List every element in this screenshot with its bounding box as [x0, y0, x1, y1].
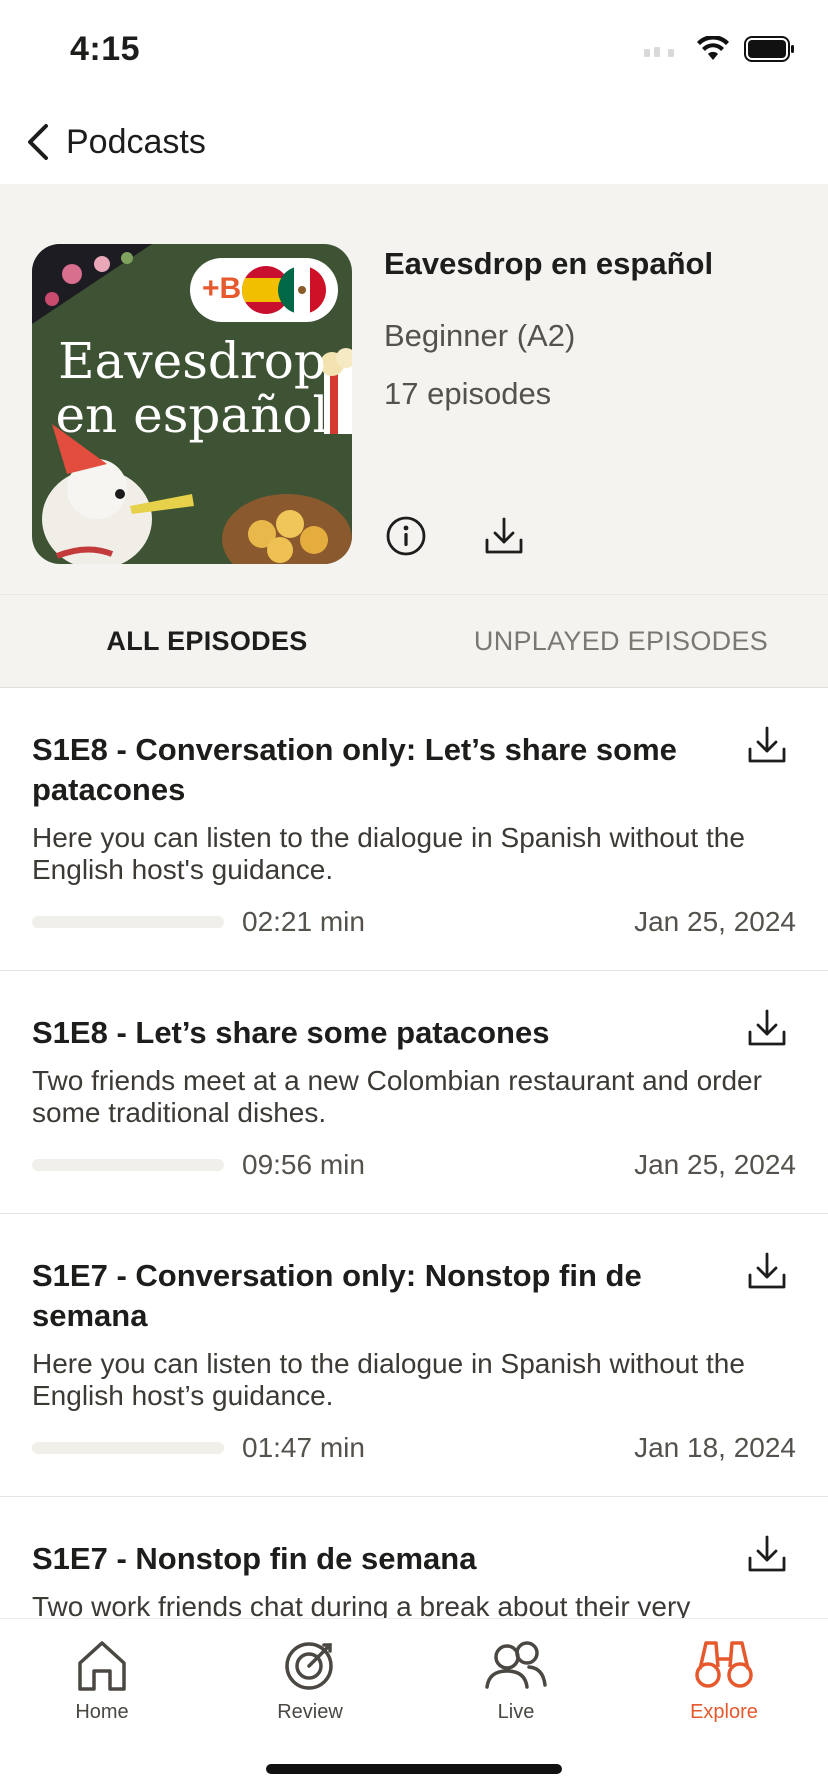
cover-title: Eavesdrop en español	[55, 332, 329, 444]
podcast-cover-image: +B Eavesdrop en español	[32, 244, 352, 564]
tab-explore[interactable]: Explore	[654, 1637, 794, 1724]
episode-duration: 01:47 min	[242, 1432, 365, 1463]
episode-date: Jan 25, 2024	[634, 1149, 796, 1180]
back-label: Podcasts	[66, 122, 206, 161]
download-icon	[485, 517, 523, 554]
episode-progress-bar	[32, 1442, 224, 1454]
episode-count: 17 episodes	[384, 376, 552, 411]
cellular-signal-icon	[644, 47, 674, 57]
tab-explore-label: Explore	[690, 1701, 758, 1723]
download-icon	[748, 1252, 786, 1289]
info-button[interactable]	[384, 514, 428, 558]
bottom-tab-bar: Home Review Live Explore	[0, 1618, 828, 1792]
episode-row[interactable]: S1E8 - Conversation only: Let’s share so…	[0, 688, 828, 971]
podcast-header: +B Eavesdrop en español Eavesdrop en esp…	[0, 184, 828, 594]
nav-header: Podcasts	[0, 100, 828, 184]
home-indicator	[266, 1764, 562, 1774]
tab-live[interactable]: Live	[446, 1637, 586, 1724]
episode-download-button[interactable]	[746, 1533, 792, 1579]
episode-row[interactable]: S1E7 - Nonstop fin de semana Two work fr…	[0, 1497, 828, 1618]
people-icon	[485, 1641, 547, 1689]
episode-progress-bar	[32, 1159, 224, 1171]
episode-description: Here you can listen to the dialogue in S…	[32, 822, 745, 885]
episode-date: Jan 25, 2024	[634, 906, 796, 937]
info-icon	[386, 516, 426, 556]
home-icon	[78, 1641, 126, 1691]
podcast-title: Eavesdrop en español	[384, 246, 714, 281]
episode-filter-tabs: ALL EPISODES UNPLAYED EPISODES	[0, 594, 828, 688]
episode-duration: 09:56 min	[242, 1149, 365, 1180]
download-icon	[748, 1535, 786, 1572]
podcast-info: Eavesdrop en español Beginner (A2) 17 ep…	[384, 244, 804, 412]
cover-badge: +B	[190, 258, 338, 322]
tab-review[interactable]: Review	[240, 1637, 380, 1724]
episode-description: Two friends meet at a new Colombian rest…	[32, 1065, 762, 1128]
flag-mexico-icon	[278, 266, 326, 314]
back-button[interactable]: Podcasts	[0, 122, 206, 162]
tab-home-label: Home	[75, 1701, 129, 1723]
episode-download-button[interactable]	[746, 724, 792, 770]
download-icon	[748, 726, 786, 763]
podcast-level: Beginner (A2)	[384, 318, 576, 353]
tab-live-label: Live	[497, 1701, 535, 1723]
battery-icon	[744, 36, 794, 62]
podcast-actions	[384, 514, 526, 558]
chevron-left-icon	[28, 124, 48, 160]
status-time: 4:15	[70, 30, 141, 68]
status-icons	[642, 36, 796, 62]
binoculars-icon	[695, 1641, 753, 1688]
tab-home[interactable]: Home	[32, 1637, 172, 1724]
episode-meta: 09:56 min Jan 25, 2024	[32, 1147, 796, 1183]
episode-description: Here you can listen to the dialogue in S…	[32, 1348, 745, 1411]
episode-meta: 02:21 min Jan 25, 2024	[32, 904, 796, 940]
download-all-button[interactable]	[482, 514, 526, 558]
tab-all-episodes[interactable]: ALL EPISODES	[0, 595, 414, 687]
episode-title: S1E7 - Conversation only: Nonstop fin de…	[32, 1258, 642, 1333]
tab-unplayed-episodes[interactable]: UNPLAYED EPISODES	[414, 595, 828, 687]
episode-date: Jan 18, 2024	[634, 1432, 796, 1463]
tab-review-label: Review	[277, 1701, 343, 1723]
episode-list: S1E8 - Conversation only: Let’s share so…	[0, 688, 828, 1618]
wifi-icon	[697, 36, 729, 60]
episode-description: Two work friends chat during a break abo…	[32, 1591, 691, 1618]
status-bar: 4:15	[0, 0, 828, 100]
download-icon	[748, 1009, 786, 1046]
episode-download-button[interactable]	[746, 1007, 792, 1053]
episode-meta: 01:47 min Jan 18, 2024	[32, 1430, 796, 1466]
episode-row[interactable]: S1E7 - Conversation only: Nonstop fin de…	[0, 1214, 828, 1497]
target-icon	[285, 1642, 333, 1690]
episode-progress-bar	[32, 916, 224, 928]
episode-duration: 02:21 min	[242, 906, 365, 937]
episode-download-button[interactable]	[746, 1250, 792, 1296]
episode-title: S1E8 - Conversation only: Let’s share so…	[32, 732, 677, 807]
episode-row[interactable]: S1E8 - Let’s share some patacones Two fr…	[0, 971, 828, 1214]
episode-title: S1E7 - Nonstop fin de semana	[32, 1541, 477, 1576]
episode-title: S1E8 - Let’s share some patacones	[32, 1015, 550, 1050]
babbel-logo-text: +B	[202, 272, 242, 305]
